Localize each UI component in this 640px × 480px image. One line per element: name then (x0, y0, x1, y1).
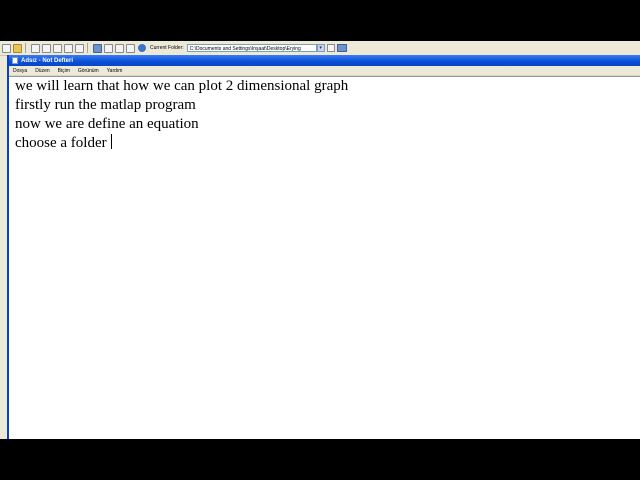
undo-icon[interactable] (64, 43, 73, 53)
text-line-content: firstly run the matlap program (15, 97, 196, 113)
menu-bar: Dosya Düzen Biçim Görünüm Yardım (9, 66, 640, 76)
title-bar[interactable]: Adsız - Not Defteri (9, 55, 640, 66)
redo-icon[interactable] (75, 43, 84, 53)
profiler-icon[interactable] (115, 43, 124, 53)
text-editor[interactable]: we will learn that how we can plot 2 dim… (9, 76, 640, 439)
notepad-window: Adsız - Not Defteri Dosya Düzen Biçim Gö… (7, 55, 640, 439)
help-icon[interactable] (138, 44, 146, 52)
text-line-content: now we are define an equation (15, 116, 199, 132)
menu-help[interactable]: Yardım (107, 68, 123, 74)
toolbar-separator (25, 43, 26, 53)
text-line-content: choose a folder (15, 135, 107, 151)
toolbar-separator (87, 43, 88, 53)
new-file-icon[interactable] (2, 43, 11, 53)
chevron-down-icon[interactable]: ▾ (316, 44, 325, 52)
up-folder-button[interactable] (336, 44, 347, 52)
matlab-toolbar: Current Folder: C:\Documents and Setting… (0, 41, 640, 56)
notepad-icon (12, 57, 18, 64)
workspace-icon[interactable] (126, 43, 135, 53)
menu-file[interactable]: Dosya (13, 68, 27, 74)
text-line: now we are define an equation (15, 115, 199, 133)
browse-folder-button[interactable] (326, 44, 335, 52)
screen: Current Folder: C:\Documents and Setting… (0, 41, 640, 439)
text-line: firstly run the matlap program (15, 96, 196, 114)
text-line: we will learn that how we can plot 2 dim… (15, 77, 348, 95)
menu-view[interactable]: Görünüm (78, 68, 99, 74)
menu-edit[interactable]: Düzen (35, 68, 49, 74)
open-folder-icon[interactable] (13, 43, 22, 53)
current-folder-label: Current Folder: (150, 45, 184, 51)
simulink-icon[interactable] (93, 43, 102, 53)
current-folder-input[interactable]: C:\Documents and Settings\Inşaat\Desktop… (186, 44, 317, 52)
text-line-content: we will learn that how we can plot 2 dim… (15, 78, 349, 94)
text-line: choose a folder (15, 134, 112, 152)
menu-format[interactable]: Biçim (58, 68, 70, 74)
text-caret (110, 134, 112, 149)
guide-icon[interactable] (104, 43, 113, 53)
paste-icon[interactable] (53, 43, 62, 53)
window-title: Adsız - Not Defteri (21, 57, 74, 64)
copy-icon[interactable] (42, 43, 51, 53)
cut-icon[interactable] (31, 43, 40, 53)
